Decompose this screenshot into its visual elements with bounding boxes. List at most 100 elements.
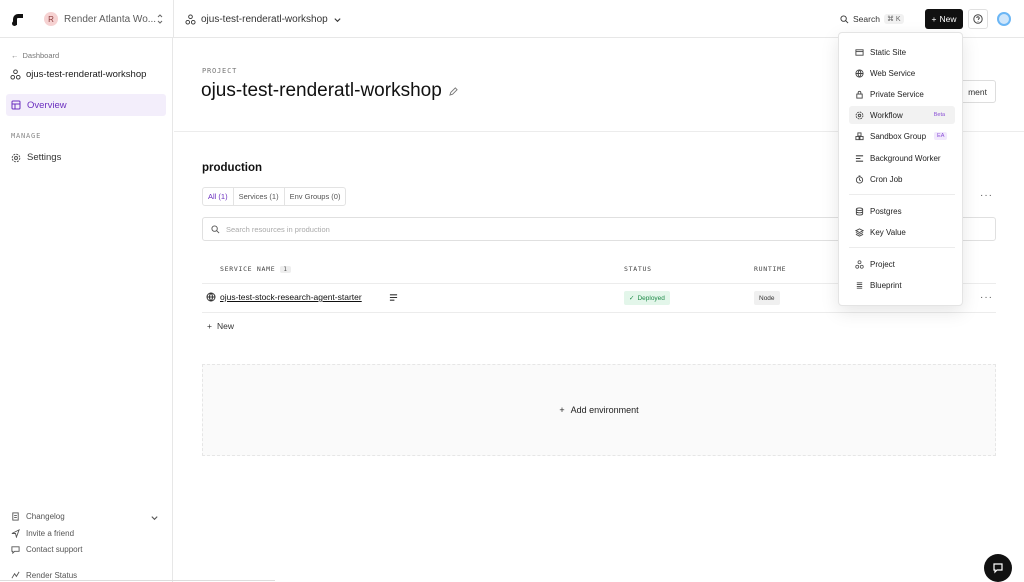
worker-icon	[855, 154, 864, 163]
filter-tab-env-groups[interactable]: Env Groups (0)	[283, 188, 346, 205]
service-name-link[interactable]: ojus-test-stock-research-agent-starter	[220, 292, 362, 302]
beta-tag: Beta	[933, 112, 946, 118]
menu-item-cron-job[interactable]: Cron Job	[849, 170, 955, 188]
sandbox-icon	[855, 131, 864, 141]
chat-icon	[992, 562, 1004, 574]
sidebar-project-label: ojus-test-renderatl-workshop	[26, 69, 147, 80]
search-icon	[211, 224, 220, 234]
menu-item-background-worker[interactable]: Background Worker	[849, 149, 955, 167]
menu-item-key-value[interactable]: Key Value	[849, 223, 955, 241]
menu-item-sandbox-group[interactable]: Sandbox Group EA	[849, 127, 955, 145]
project-icon	[185, 13, 196, 25]
contact-support-link[interactable]: Contact support	[11, 545, 82, 554]
lock-icon	[855, 90, 864, 99]
project-icon	[855, 259, 864, 269]
add-environment-button[interactable]: + Add environment	[202, 364, 996, 456]
column-header-status: STATUS	[624, 265, 652, 273]
column-header-service-name[interactable]: SERVICE NAME 1	[220, 265, 291, 273]
footer-divider	[0, 580, 275, 581]
invite-friend-link[interactable]: Invite a friend	[11, 529, 74, 538]
chat-icon	[11, 545, 20, 554]
globe-icon	[855, 68, 864, 78]
row-more-icon[interactable]: ···	[980, 292, 993, 303]
plus-icon: +	[559, 405, 565, 415]
status-label: Render Status	[26, 571, 78, 580]
menu-item-postgres[interactable]: Postgres	[849, 202, 955, 220]
menu-item-blueprint[interactable]: Blueprint	[849, 276, 955, 294]
workspace-avatar: R	[44, 12, 58, 26]
status-badge-label: Deployed	[637, 294, 665, 302]
blueprint-icon	[855, 281, 864, 290]
database-icon	[855, 206, 864, 216]
workspace-switcher[interactable]: R Render Atlanta Wo...	[38, 7, 170, 31]
user-avatar[interactable]	[997, 12, 1011, 26]
chevron-down-icon[interactable]	[150, 513, 159, 522]
back-link-label: Dashboard	[22, 51, 60, 60]
pencil-icon[interactable]	[448, 86, 458, 96]
logs-icon[interactable]	[389, 293, 398, 302]
environment-more-icon[interactable]: ···	[980, 190, 993, 201]
search-placeholder: Search resources in production	[226, 224, 330, 234]
help-icon	[973, 14, 983, 24]
menu-item-label: Background Worker	[870, 153, 941, 163]
menu-item-private-service[interactable]: Private Service	[849, 85, 955, 103]
render-status-link[interactable]: Render Status	[11, 571, 77, 580]
menu-item-label: Web Service	[870, 68, 916, 78]
menu-item-label: Blueprint	[870, 280, 902, 290]
menu-item-label: Postgres	[870, 206, 902, 216]
overview-icon	[11, 100, 21, 110]
menu-item-label: Static Site	[870, 47, 907, 57]
new-button[interactable]: + New	[925, 9, 963, 29]
project-switcher-label: ojus-test-renderatl-workshop	[201, 13, 328, 25]
clock-icon	[855, 174, 864, 184]
document-icon	[11, 512, 20, 521]
table-divider	[202, 312, 996, 313]
project-switcher[interactable]: ojus-test-renderatl-workshop	[185, 9, 342, 29]
menu-item-label: Project	[870, 259, 895, 269]
filter-tab-services[interactable]: Services (1)	[232, 188, 284, 205]
menu-item-static-site[interactable]: Static Site	[849, 43, 955, 61]
menu-item-workflow[interactable]: Workflow Beta	[849, 106, 955, 124]
support-chat-button[interactable]	[984, 554, 1012, 582]
sidebar-item-label: Settings	[27, 152, 62, 163]
back-to-dashboard-link[interactable]: ← Dashboard	[11, 51, 59, 60]
sidebar-item-overview[interactable]: Overview	[6, 94, 166, 116]
menu-item-label: Cron Job	[870, 174, 903, 184]
sidebar-section-heading: MANAGE	[11, 132, 42, 140]
search-shortcut: ⌘ K	[883, 14, 904, 24]
runtime-badge: Node	[754, 291, 780, 305]
menu-divider	[849, 194, 955, 195]
menu-item-label: Sandbox Group	[870, 131, 927, 141]
new-resource-label: New	[216, 321, 234, 331]
page-title-text: ojus-test-renderatl-workshop	[201, 80, 442, 101]
chevron-down-icon	[333, 15, 342, 24]
column-header-runtime: RUNTIME	[754, 265, 787, 273]
environment-title: production	[202, 162, 263, 174]
menu-item-label: Workflow	[870, 110, 903, 120]
menu-item-project[interactable]: Project	[849, 255, 955, 273]
new-resource-link[interactable]: + New	[207, 321, 234, 331]
search-icon	[840, 14, 849, 24]
plus-icon: +	[931, 14, 937, 24]
workflow-icon	[855, 111, 864, 120]
check-icon: ✓	[629, 295, 635, 302]
new-resource-menu: Static Site Web Service Private Service …	[838, 32, 963, 306]
menu-item-web-service[interactable]: Web Service	[849, 64, 955, 82]
help-button[interactable]	[968, 9, 988, 29]
changelog-link[interactable]: Changelog	[11, 512, 65, 521]
render-logo-icon[interactable]	[10, 11, 26, 27]
send-icon	[11, 529, 20, 538]
filter-tab-all[interactable]: All (1)	[203, 188, 233, 205]
search-button[interactable]: Search ⌘ K	[840, 10, 904, 28]
topbar-divider	[173, 0, 174, 38]
support-label: Contact support	[26, 545, 83, 554]
sidebar-item-label: Overview	[27, 99, 67, 111]
chevron-up-down-icon	[156, 13, 164, 25]
status-badge: ✓ Deployed	[624, 291, 670, 305]
sidebar-item-settings[interactable]: Settings	[11, 152, 61, 163]
project-icon	[10, 69, 21, 80]
menu-item-label: Private Service	[870, 89, 924, 99]
menu-divider	[849, 247, 955, 248]
static-site-icon	[855, 48, 864, 57]
new-button-label: New	[939, 14, 957, 24]
